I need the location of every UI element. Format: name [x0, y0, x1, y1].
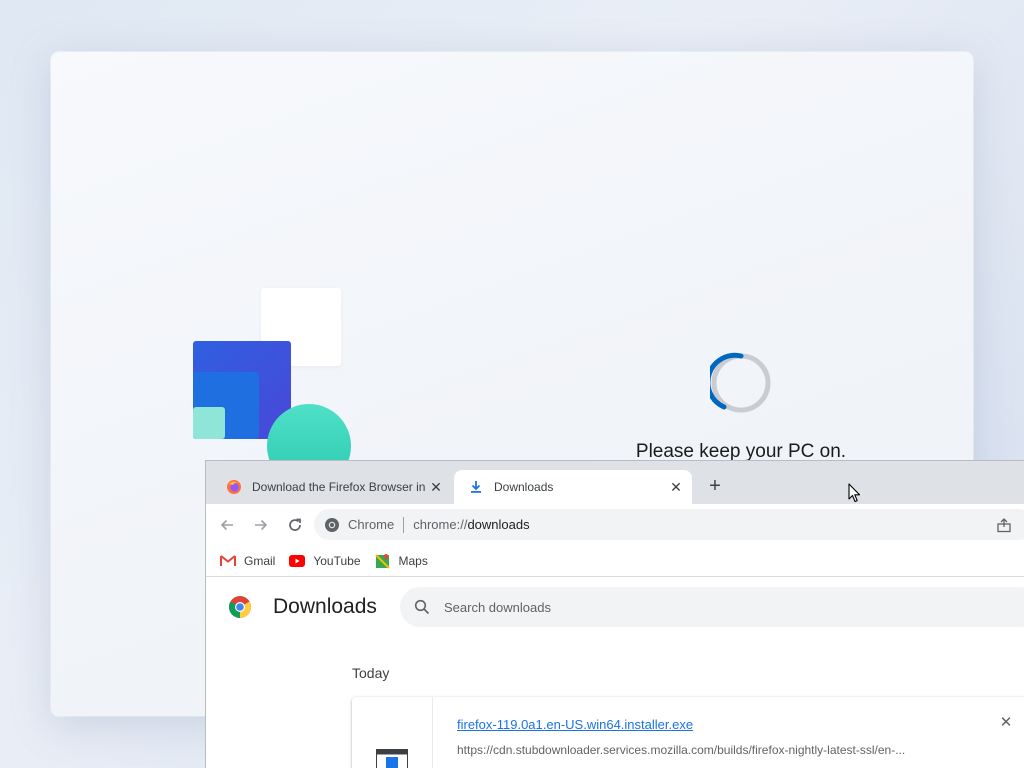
youtube-icon [289, 554, 306, 567]
download-source-url[interactable]: https://cdn.stubdownloader.services.mozi… [457, 743, 905, 757]
download-icon [471, 481, 481, 493]
search-icon [414, 599, 430, 615]
address-bar[interactable]: Chrome chrome://downloads [314, 509, 1024, 540]
new-tab-button[interactable]: + [704, 476, 726, 498]
back-button[interactable] [214, 512, 240, 538]
omnibox-divider [403, 516, 405, 533]
downloads-page: Downloads Today firefox-119.0a1.en-US.wi… [206, 578, 1024, 768]
tab-downloads[interactable]: Downloads ✕ [454, 470, 692, 504]
maps-icon [374, 553, 390, 569]
url-path: downloads [467, 517, 530, 532]
url-scheme: chrome:// [413, 517, 468, 532]
downloads-header: Downloads [206, 578, 1024, 636]
firefox-icon [227, 480, 241, 494]
search-input[interactable] [444, 599, 844, 615]
bookmark-label: YouTube [313, 553, 361, 568]
chrome-window: Download the Firefox Browser in ✕ Downlo… [205, 460, 1024, 768]
share-icon[interactable] [996, 517, 1012, 533]
page-security-chip: Chrome [348, 517, 395, 532]
bookmark-gmail[interactable]: Gmail [220, 554, 275, 568]
mouse-cursor-icon [848, 483, 861, 503]
bookmark-label: Maps [398, 553, 428, 568]
bookmark-maps[interactable]: Maps [374, 553, 428, 569]
file-icon-area [352, 697, 433, 768]
tab-close-button[interactable]: ✕ [428, 479, 444, 495]
url-text: chrome://downloads [413, 517, 529, 532]
search-downloads-field[interactable] [400, 587, 1024, 627]
forward-button[interactable] [248, 512, 274, 538]
chrome-icon [325, 517, 339, 532]
tab-title: Downloads [494, 480, 554, 494]
loading-spinner-icon [710, 352, 771, 413]
bookmark-youtube[interactable]: YouTube [289, 553, 361, 568]
reload-button[interactable] [282, 512, 308, 538]
tab-firefox-download[interactable]: Download the Firefox Browser in ✕ [212, 470, 452, 504]
arrow-left-icon [220, 519, 233, 530]
tab-strip: Download the Firefox Browser in ✕ Downlo… [206, 461, 1024, 504]
arrow-right-icon [255, 519, 268, 530]
chrome-logo-icon [229, 596, 251, 618]
download-item: firefox-119.0a1.en-US.win64.installer.ex… [352, 697, 1024, 768]
browser-toolbar: Chrome chrome://downloads [206, 504, 1024, 545]
installer-file-icon [376, 749, 408, 768]
tab-title: Download the Firefox Browser in [252, 480, 426, 494]
page-title: Downloads [273, 595, 377, 618]
bookmarks-bar: Gmail YouTube Maps [206, 545, 1024, 577]
bookmark-label: Gmail [244, 553, 276, 568]
remove-download-button[interactable]: ✕ [998, 715, 1014, 731]
tab-close-button[interactable]: ✕ [668, 479, 684, 495]
section-date-label: Today [352, 665, 390, 681]
download-file-link[interactable]: firefox-119.0a1.en-US.win64.installer.ex… [457, 717, 693, 732]
logo-tile-mint [193, 407, 225, 439]
gmail-icon [220, 554, 236, 566]
reload-icon [289, 518, 301, 531]
